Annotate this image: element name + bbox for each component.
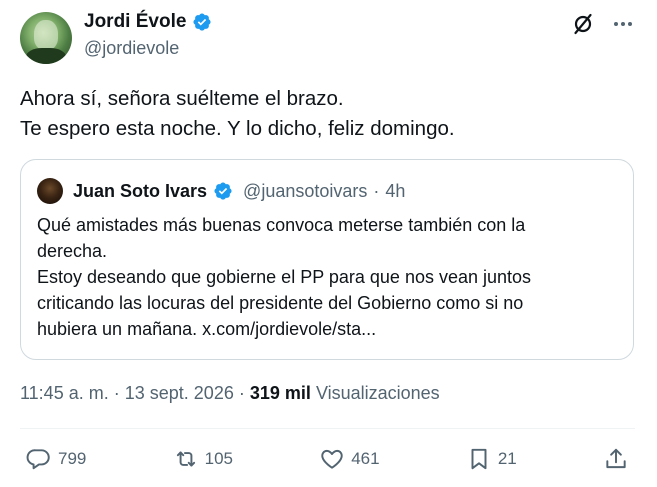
heart-icon xyxy=(321,449,343,469)
share-icon xyxy=(606,448,626,469)
tweet-text-line: Te espero esta noche. Y lo dicho, feliz … xyxy=(20,117,455,140)
like-button[interactable]: 461 xyxy=(319,446,380,472)
tweet-date[interactable]: 13 sept. 2026 xyxy=(125,383,234,403)
quoted-tweet-header: Juan Soto Ivars @juansotoivars · 4h xyxy=(37,178,405,204)
author-avatar[interactable] xyxy=(20,12,72,64)
repost-count: 105 xyxy=(204,449,233,468)
bookmark-count: 21 xyxy=(497,449,517,468)
quoted-text-line: derecha. xyxy=(37,241,108,261)
views-count: 319 mil xyxy=(249,383,311,403)
reply-count: 799 xyxy=(58,449,87,468)
grok-icon[interactable] xyxy=(571,12,595,36)
verified-badge-icon xyxy=(193,13,211,31)
quoted-author-handle[interactable]: @juansotoivars xyxy=(243,181,367,202)
quoted-text-line: hubiera un mañana. x.com/jordievole/sta.… xyxy=(37,319,377,339)
tweet-header-actions xyxy=(571,12,635,36)
repost-icon xyxy=(176,451,195,467)
avatar-face xyxy=(34,20,58,50)
quoted-author-name[interactable]: Juan Soto Ivars xyxy=(73,181,207,202)
verified-badge-icon xyxy=(214,182,232,200)
quoted-author-avatar[interactable] xyxy=(37,178,63,204)
quoted-tweet[interactable]: Juan Soto Ivars @juansotoivars · 4h Qué … xyxy=(20,159,634,360)
separator-dot: · xyxy=(113,383,120,403)
bookmark-button[interactable]: 21 xyxy=(466,446,517,472)
like-count: 461 xyxy=(351,449,380,468)
action-bar: 799 105 461 21 xyxy=(26,446,629,472)
quoted-tweet-time[interactable]: 4h xyxy=(385,181,405,202)
author-handle[interactable]: @jordievole xyxy=(84,38,179,59)
quoted-text-line: criticando las locuras del presidente de… xyxy=(37,293,524,313)
avatar-body xyxy=(26,48,66,64)
tweet-time[interactable]: 11:45 a. m. xyxy=(20,383,109,403)
tweet-meta: 11:45 a. m. · 13 sept. 2026 · 319 mil Vi… xyxy=(20,383,440,404)
author-name[interactable]: Jordi Évole xyxy=(84,11,186,33)
reply-icon xyxy=(26,449,50,470)
tweet-text: Ahora sí, señora suélteme el brazo. Te e… xyxy=(20,84,630,144)
quoted-text-line: Estoy deseando que gobierne el PP para q… xyxy=(37,267,532,287)
share-button[interactable] xyxy=(603,446,629,472)
reply-button[interactable]: 799 xyxy=(26,446,86,472)
tweet-text-line: Ahora sí, señora suélteme el brazo. xyxy=(20,87,344,110)
separator-dot: · xyxy=(238,383,245,403)
more-icon[interactable] xyxy=(611,12,635,36)
quoted-tweet-text: Qué amistades más buenas convoca meterse… xyxy=(37,212,617,342)
divider xyxy=(20,428,635,429)
repost-button[interactable]: 105 xyxy=(173,446,233,472)
quoted-text-line: Qué amistades más buenas convoca meterse… xyxy=(37,215,526,235)
author-name-row[interactable]: Jordi Évole xyxy=(84,11,212,33)
views-label: Visualizaciones xyxy=(315,383,440,403)
bookmark-icon xyxy=(471,448,487,470)
separator-dot: · xyxy=(373,180,380,201)
